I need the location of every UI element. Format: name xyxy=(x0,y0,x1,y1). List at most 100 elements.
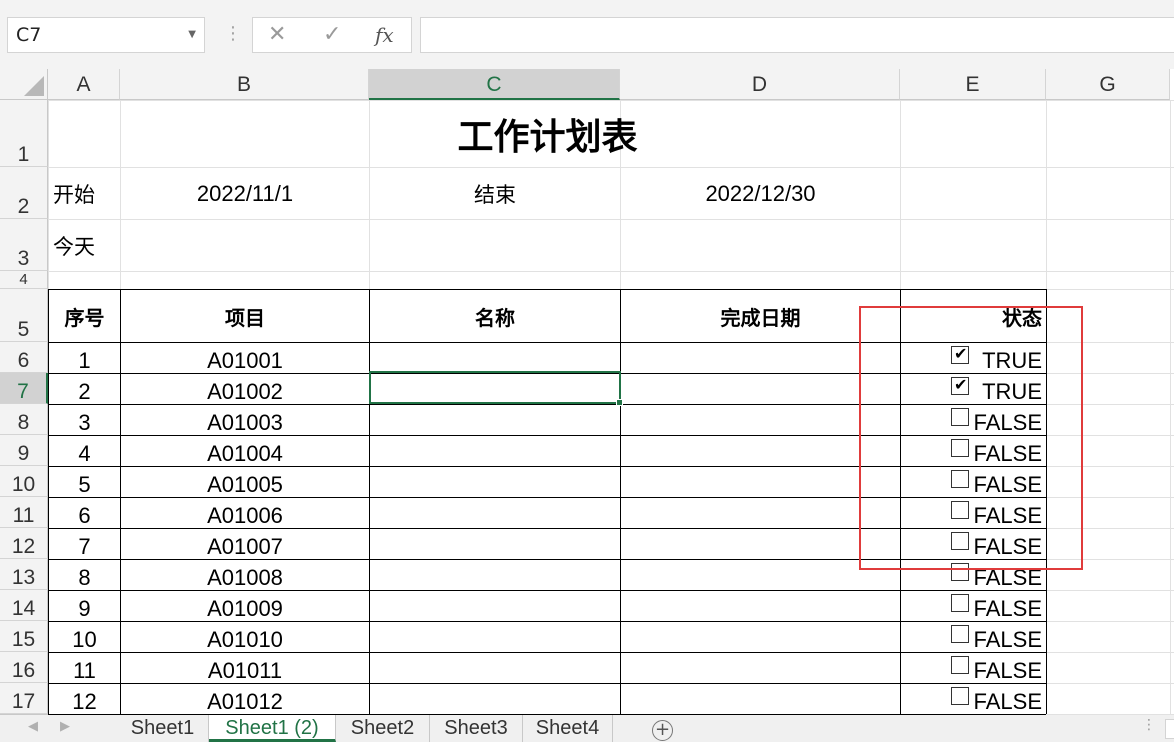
row-header[interactable]: 7 xyxy=(0,373,48,404)
item-code-cell[interactable]: A01005 xyxy=(121,467,369,497)
scroll-right-icon[interactable]: ▶ xyxy=(60,719,70,734)
status-cell[interactable]: FALSE xyxy=(901,591,1046,621)
table-header-cell[interactable]: 序号 xyxy=(49,290,120,342)
sheet-tab-bar: ◀ ▶ Sheet1 Sheet1 (2) Sheet2 Sheet3 Sheet4 +… xyxy=(0,714,1174,742)
row-header[interactable]: 11 xyxy=(0,497,48,528)
column-header[interactable]: D xyxy=(620,69,900,100)
start-label[interactable]: 开始 xyxy=(49,168,120,219)
column-header[interactable]: E xyxy=(900,69,1046,100)
end-label[interactable]: 结束 xyxy=(370,168,620,219)
row-header[interactable]: 4 xyxy=(0,271,48,289)
name-cell[interactable] xyxy=(370,498,620,528)
sheet-tab[interactable]: Sheet1 (2) xyxy=(209,715,336,742)
table-border xyxy=(369,289,370,714)
row-header[interactable]: 6 xyxy=(0,342,48,373)
column-header[interactable]: G xyxy=(1046,69,1170,100)
row-number-cell[interactable]: 2 xyxy=(49,374,120,404)
name-cell[interactable] xyxy=(370,622,620,652)
row-number-cell[interactable]: 10 xyxy=(49,622,120,652)
scroll-left-icon[interactable]: ◀ xyxy=(28,719,38,734)
column-header[interactable]: C xyxy=(369,69,620,100)
item-code-cell[interactable]: A01002 xyxy=(121,374,369,404)
table-header-cell[interactable]: 项目 xyxy=(121,290,369,342)
item-code-cell[interactable]: A01012 xyxy=(121,684,369,714)
status-checkbox[interactable] xyxy=(951,656,969,674)
name-cell[interactable] xyxy=(370,436,620,466)
due-date-cell[interactable] xyxy=(621,653,900,683)
item-code-cell[interactable]: A01003 xyxy=(121,405,369,435)
start-date[interactable]: 2022/11/1 xyxy=(121,168,369,219)
row-header[interactable]: 1 xyxy=(0,100,48,167)
row-header[interactable]: 16 xyxy=(0,652,48,683)
column-header[interactable]: A xyxy=(48,69,120,100)
sheet-tab[interactable]: Sheet3 xyxy=(430,715,523,742)
name-cell[interactable] xyxy=(370,405,620,435)
item-code-cell[interactable]: A01010 xyxy=(121,622,369,652)
row-header[interactable]: 10 xyxy=(0,466,48,497)
row-number-cell[interactable]: 6 xyxy=(49,498,120,528)
check-icon[interactable]: ✓ xyxy=(323,21,341,49)
row-number-cell[interactable]: 3 xyxy=(49,405,120,435)
due-date-cell[interactable] xyxy=(621,684,900,714)
end-date[interactable]: 2022/12/30 xyxy=(621,168,900,219)
row-header[interactable]: 15 xyxy=(0,621,48,652)
due-date-cell[interactable] xyxy=(621,622,900,652)
formula-input[interactable] xyxy=(420,17,1174,53)
name-cell[interactable] xyxy=(370,684,620,714)
due-date-cell[interactable] xyxy=(621,591,900,621)
item-code-cell[interactable]: A01008 xyxy=(121,560,369,590)
name-cell[interactable] xyxy=(370,591,620,621)
row-header[interactable]: 8 xyxy=(0,404,48,435)
sheet-tab[interactable]: Sheet1 xyxy=(117,715,209,742)
row-header[interactable]: 17 xyxy=(0,683,48,714)
status-checkbox[interactable] xyxy=(951,594,969,612)
chevron-down-icon[interactable]: ▼ xyxy=(188,18,196,52)
sheet-tab[interactable]: Sheet2 xyxy=(336,715,430,742)
status-cell[interactable]: FALSE xyxy=(901,684,1046,714)
sheet-title[interactable]: 工作计划表 xyxy=(49,101,1046,167)
row-number-cell[interactable]: 1 xyxy=(49,343,120,373)
status-checkbox[interactable] xyxy=(951,687,969,705)
row-header[interactable]: 3 xyxy=(0,219,48,271)
horizontal-scrollbar[interactable] xyxy=(1165,719,1174,739)
row-number-cell[interactable]: 7 xyxy=(49,529,120,559)
name-cell[interactable] xyxy=(370,560,620,590)
row-number-cell[interactable]: 8 xyxy=(49,560,120,590)
name-cell[interactable] xyxy=(370,467,620,497)
row-header[interactable]: 12 xyxy=(0,528,48,559)
close-icon[interactable]: ✕ xyxy=(268,21,286,49)
plus-icon[interactable]: + xyxy=(652,720,673,741)
item-code-cell[interactable]: A01001 xyxy=(121,343,369,373)
status-checkbox[interactable] xyxy=(951,625,969,643)
row-header[interactable]: 2 xyxy=(0,167,48,219)
row-header[interactable]: 14 xyxy=(0,590,48,621)
select-all-corner[interactable] xyxy=(0,69,48,100)
row-number-cell[interactable]: 5 xyxy=(49,467,120,497)
status-cell[interactable]: FALSE xyxy=(901,653,1046,683)
status-cell[interactable]: FALSE xyxy=(901,622,1046,652)
fx-icon[interactable]: fx xyxy=(375,21,394,49)
row-header[interactable]: 9 xyxy=(0,435,48,466)
row-number-cell[interactable]: 4 xyxy=(49,436,120,466)
name-cell[interactable] xyxy=(370,529,620,559)
row-number-cell[interactable]: 11 xyxy=(49,653,120,683)
row-number-cell[interactable]: 12 xyxy=(49,684,120,714)
item-code-cell[interactable]: A01006 xyxy=(121,498,369,528)
item-code-cell[interactable]: A01011 xyxy=(121,653,369,683)
table-border xyxy=(120,289,121,714)
sheet-tab[interactable]: Sheet4 xyxy=(523,715,613,742)
name-cell[interactable] xyxy=(370,343,620,373)
today-label[interactable]: 今天 xyxy=(49,220,120,271)
item-code-cell[interactable]: A01004 xyxy=(121,436,369,466)
column-header[interactable]: B xyxy=(120,69,369,100)
name-cell[interactable] xyxy=(370,653,620,683)
row-number-cell[interactable]: 9 xyxy=(49,591,120,621)
name-box[interactable]: C7 ▼ xyxy=(7,17,205,53)
table-header-cell[interactable]: 名称 xyxy=(370,290,620,342)
row-header[interactable]: 13 xyxy=(0,559,48,590)
table-border xyxy=(48,289,1046,290)
item-code-cell[interactable]: A01007 xyxy=(121,529,369,559)
item-code-cell[interactable]: A01009 xyxy=(121,591,369,621)
fill-handle[interactable] xyxy=(616,399,623,406)
row-header[interactable]: 5 xyxy=(0,289,48,342)
